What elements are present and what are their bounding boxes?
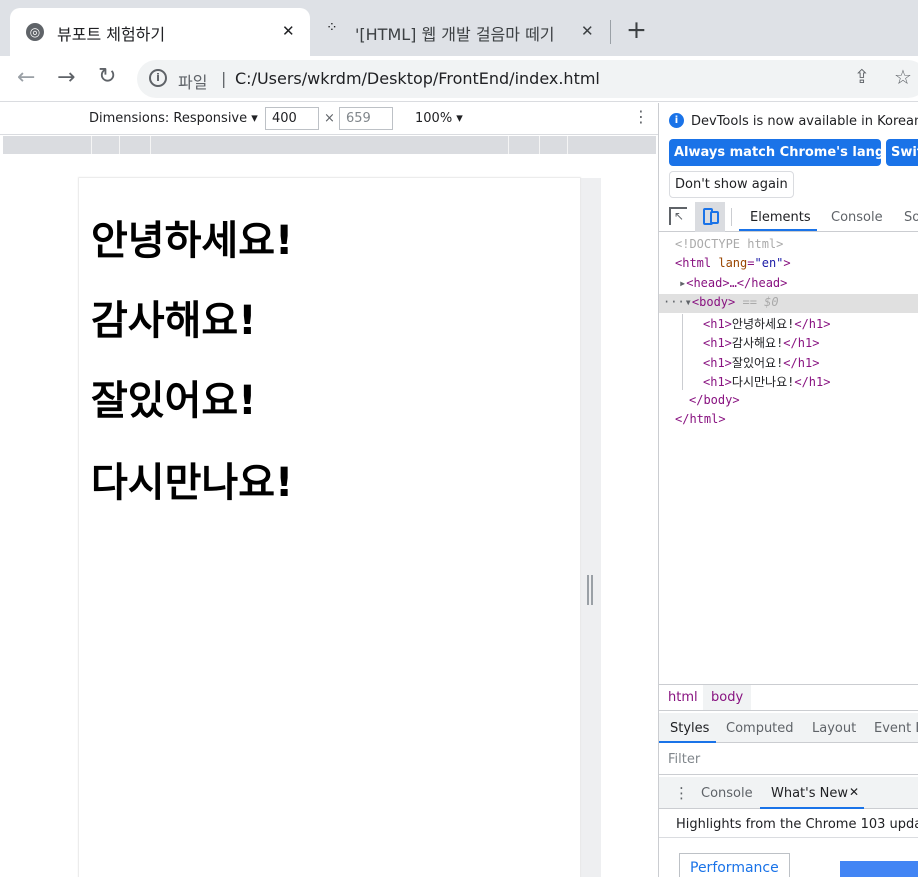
toolbar-divider [731,208,732,226]
drawer-tab-console[interactable]: Console [701,786,753,801]
devtools-panel: i DevTools is now available in Korean! A… [658,103,918,877]
breadcrumb-html[interactable]: html [668,690,698,705]
breadcrumb-body[interactable]: body [703,685,752,710]
height-input[interactable]: 659 [339,107,393,130]
tab-styles[interactable]: Styles [670,721,709,736]
body-node: ···▾<body> == $0 [663,295,779,309]
share-icon[interactable]: ⇪ [854,66,870,88]
doctype-node: <!DOCTYPE html> [675,237,784,251]
url-text: C:/Users/wkrdm/Desktop/FrontEnd/index.ht… [235,69,600,88]
selected-marker: == $0 [742,295,779,309]
h1-node[interactable]: <h1>안녕하세요!</h1> [703,315,830,332]
heading-3: 잘있어요! [91,378,257,424]
back-icon[interactable]: ← [17,65,35,90]
styles-filter-input[interactable]: Filter [659,744,918,775]
drawer-divider [659,837,918,838]
times-sign: × [324,111,335,126]
device-toggle-icon[interactable] [695,202,725,232]
tab-title: '[HTML] 웹 개발 걸음마 떼기 [355,25,555,44]
switch-language-button[interactable]: Switch DevTools to Korean [886,139,918,166]
separator: | [221,69,227,88]
tab-inactive[interactable]: ⁘ '[HTML] 웹 개발 걸음마 떼기 ✕ [312,8,610,52]
drawer-tab-whats-new[interactable]: What's New [771,786,848,801]
zoom-value: 100% [415,111,453,126]
performance-card-button[interactable]: Performance [679,853,790,877]
dimensions-select[interactable]: Dimensions: Responsive ▾ [89,111,258,126]
drawer-tabbar: ⋮ Console What's New ✕ [659,777,918,809]
drawer-menu-icon[interactable]: ⋮ [674,784,689,802]
tab-computed[interactable]: Computed [726,721,794,736]
body-open-tag: <body> [691,295,736,309]
indent-guide [682,314,683,390]
device-toolbar: Dimensions: Responsive ▾ 400 × 659 100% … [0,103,658,135]
body-close-node[interactable]: </body> [689,393,740,407]
whats-new-headline: Highlights from the Chrome 103 update [676,817,918,832]
html-close-node[interactable]: </html> [675,412,726,426]
reload-icon[interactable]: ↻ [98,64,116,89]
heading-4: 다시만나요! [91,460,294,506]
tab-console[interactable]: Console [831,210,883,225]
info-icon: i [149,69,167,87]
emulated-page: 안녕하세요! 감사해요! 잘있어요! 다시만나요! [79,178,580,877]
tab-active[interactable]: ◎ 뷰포트 체험하기 ✕ [10,8,310,56]
forward-icon[interactable]: → [57,65,75,90]
zoom-select[interactable]: 100% ▾ [415,111,463,126]
info-icon: i [669,113,684,128]
inspect-icon[interactable]: ↖ [669,207,687,225]
star-icon[interactable]: ☆ [894,65,912,89]
more-options-icon[interactable]: ⋮ [633,108,649,126]
heading-1: 안녕하세요! [91,218,294,264]
html-close-bracket: > [783,256,791,270]
tab-styles-indicator [659,741,716,743]
tab-layout[interactable]: Layout [812,721,856,736]
close-tab-icon[interactable]: ✕ [581,22,594,40]
close-drawer-icon[interactable]: ✕ [849,785,859,799]
banner-message: DevTools is now available in Korean! [691,114,918,129]
body-node-selected[interactable]: ···▾<body> == $0 [659,294,918,313]
tab-event-listeners[interactable]: Event Listeners [874,721,918,736]
styles-tabbar: Styles Computed Layout Event Listeners [659,713,918,743]
tab-divider [610,20,611,44]
resize-gutter [580,178,601,877]
media-query-ruler[interactable] [3,136,656,154]
html-node[interactable]: <html lang="en"> [675,256,791,270]
tab-elements[interactable]: Elements [750,210,811,225]
resize-handle[interactable] [587,575,593,605]
heading-2: 감사해요! [91,298,257,344]
close-tab-icon[interactable]: ✕ [282,22,295,40]
tab-title: 뷰포트 체험하기 [57,25,166,44]
always-match-button[interactable]: Always match Chrome's language [669,139,881,166]
tab-elements-indicator [739,229,817,231]
globe-icon: ◎ [26,23,44,41]
devtools-tabbar: ↖ Elements Console Sources [659,202,918,232]
head-tag: <head>…</head> [686,276,788,290]
html-open-tag: <html [675,256,712,270]
dont-show-button[interactable]: Don't show again [669,171,794,198]
h1-node[interactable]: <h1>감사해요!</h1> [703,334,819,351]
width-input[interactable]: 400 [265,107,319,130]
html-attr-value: "en" [754,256,784,270]
address-bar[interactable]: i 파일 | C:/Users/wkrdm/Desktop/FrontEnd/i… [137,60,918,98]
breadcrumb: html body [659,684,918,711]
tab-strip: ◎ 뷰포트 체험하기 ✕ ⁘ '[HTML] 웹 개발 걸음마 떼기 ✕ + [0,0,918,56]
dimensions-label: Dimensions: Responsive [89,111,248,126]
promo-video-thumbnail[interactable] [840,861,918,877]
browser-toolbar: ← → ↻ i 파일 | C:/Users/wkrdm/Desktop/Fron… [0,56,918,102]
drawer-tab-indicator [760,807,864,809]
head-node[interactable]: ▸<head>…</head> [679,276,787,290]
new-tab-button[interactable]: + [626,15,647,45]
h1-node[interactable]: <h1>잘있어요!</h1> [703,354,819,371]
site-icon: ⁘ [326,20,338,36]
html-attr-name: lang [718,256,748,270]
tab-sources[interactable]: Sources [904,210,918,225]
scheme-label: 파일 [178,73,208,92]
h1-node[interactable]: <h1>다시만나요!</h1> [703,373,830,390]
